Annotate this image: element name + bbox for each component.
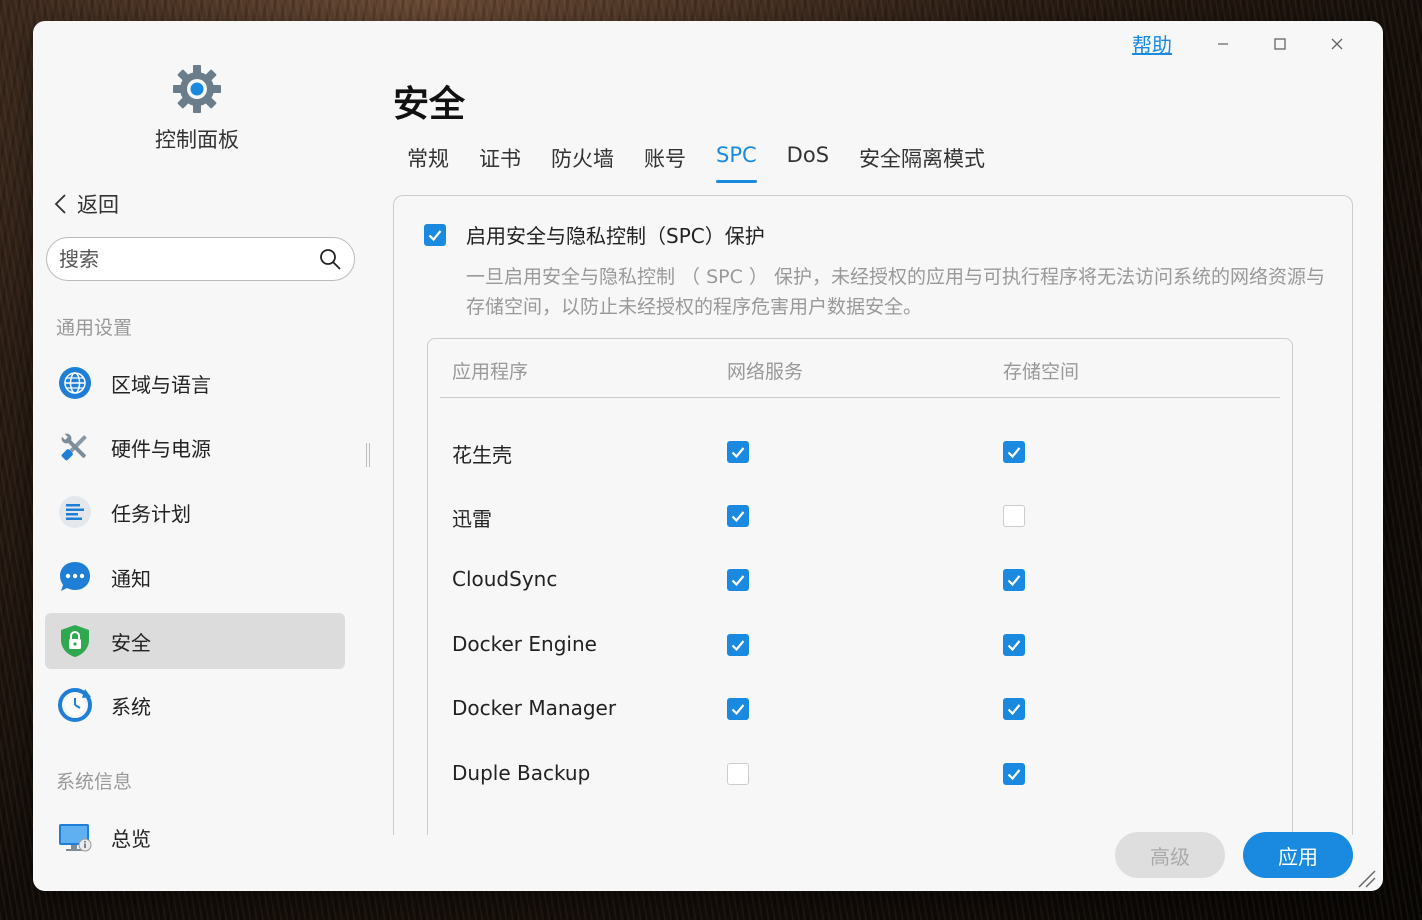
table-row: 花生壳 <box>428 431 1292 471</box>
spc-enable-label: 启用安全与隐私控制（SPC）保护 <box>466 224 765 248</box>
app-name: Docker Manager <box>452 696 617 720</box>
sidebar-item-label: 任务计划 <box>111 501 191 526</box>
header-divider <box>440 397 1280 398</box>
task-list-icon <box>59 496 91 528</box>
table-row: Docker Manager <box>428 688 1292 728</box>
spc-enable-row: 启用安全与隐私控制（SPC）保护 <box>424 220 765 249</box>
checkmark-icon <box>1007 704 1021 716</box>
sidebar-item-notification[interactable]: 通知 <box>45 549 345 605</box>
sidebar-item-label: 区域与语言 <box>111 372 211 397</box>
network-checkbox[interactable] <box>727 505 749 527</box>
chat-bubble-icon <box>60 562 90 591</box>
network-checkbox[interactable] <box>727 634 749 656</box>
sidebar-item-system[interactable]: 系统 <box>45 677 345 733</box>
app-name: 花生壳 <box>452 443 512 467</box>
monitor-info-icon <box>59 824 92 852</box>
tab-isolation-mode[interactable]: 安全隔离模式 <box>859 143 985 183</box>
tab-dos[interactable]: DoS <box>787 143 829 183</box>
column-header-storage: 存储空间 <box>1003 361 1080 383</box>
spc-enable-checkbox[interactable] <box>424 223 446 246</box>
advanced-button[interactable]: 高级 <box>1115 832 1225 878</box>
shield-lock-icon <box>61 625 89 657</box>
checkmark-icon <box>1007 769 1021 781</box>
app-name: CloudSync <box>452 567 558 591</box>
sidebar-item-security[interactable]: 安全 <box>45 613 345 669</box>
checkmark-icon <box>731 575 745 587</box>
tab-bar: 常规 证书 防火墙 账号 SPC DoS 安全隔离模式 <box>407 143 985 183</box>
storage-checkbox[interactable] <box>1003 763 1025 785</box>
sidebar-item-label: 通知 <box>111 566 151 591</box>
search-input[interactable] <box>59 247 318 271</box>
storage-checkbox[interactable] <box>1003 505 1025 527</box>
storage-checkbox[interactable] <box>1003 569 1025 591</box>
sidebar-item-label: 系统 <box>111 694 151 719</box>
storage-checkbox[interactable] <box>1003 441 1025 463</box>
checkmark-icon <box>428 229 442 241</box>
sidebar-item-label: 总览 <box>111 826 151 851</box>
app-name: 迅雷 <box>452 507 492 531</box>
checkmark-icon <box>1007 575 1021 587</box>
sidebar-item-label: 安全 <box>111 630 151 655</box>
tools-icon <box>61 433 87 461</box>
checkmark-icon <box>1007 447 1021 459</box>
chevron-left-icon <box>54 194 66 214</box>
checkmark-icon <box>1007 640 1021 652</box>
globe-icon <box>59 367 91 399</box>
table-row: Duple Backup <box>428 753 1292 793</box>
tab-certificate[interactable]: 证书 <box>479 143 521 183</box>
checkmark-icon <box>731 704 745 716</box>
main-content: 安全 常规 证书 防火墙 账号 SPC DoS 安全隔离模式 启用安全与隐私控制… <box>393 21 1383 891</box>
storage-checkbox[interactable] <box>1003 698 1025 720</box>
sidebar-item-hardware-power[interactable]: 硬件与电源 <box>45 419 345 475</box>
search-icon[interactable] <box>318 247 342 271</box>
storage-checkbox[interactable] <box>1003 634 1025 656</box>
tab-general[interactable]: 常规 <box>407 143 449 183</box>
sidebar-item-label: 硬件与电源 <box>111 436 211 461</box>
back-label: 返回 <box>77 193 119 217</box>
tab-firewall[interactable]: 防火墙 <box>551 143 614 183</box>
spc-app-table: 应用程序 网络服务 存储空间 花生壳 迅雷 CloudSync Docker E… <box>427 338 1293 835</box>
column-header-network: 网络服务 <box>727 361 804 383</box>
sidebar-item-task-scheduler[interactable]: 任务计划 <box>45 484 345 540</box>
spc-description: 一旦启用安全与隐私控制 （ SPC ） 保护，未经授权的应用与可执行程序将无法访… <box>466 266 1325 318</box>
system-clock-icon <box>58 688 92 722</box>
page-title: 安全 <box>393 84 466 125</box>
search-box <box>46 237 355 281</box>
resize-grip-icon[interactable] <box>1355 867 1377 889</box>
gear-icon <box>173 65 221 113</box>
sidebar-item-overview[interactable]: 总览 <box>45 809 345 865</box>
checkmark-icon <box>731 511 745 523</box>
sidebar: 控制面板 返回 通用设置 区域与语言 <box>33 21 373 891</box>
app-name: Docker Engine <box>452 632 597 656</box>
app-title: 控制面板 <box>155 128 239 152</box>
column-header-app: 应用程序 <box>452 361 529 383</box>
sidebar-item-region-language[interactable]: 区域与语言 <box>45 355 345 411</box>
network-checkbox[interactable] <box>727 569 749 591</box>
table-row: CloudSync <box>428 559 1292 599</box>
tab-account[interactable]: 账号 <box>644 143 686 183</box>
network-checkbox[interactable] <box>727 763 749 785</box>
section-general-label: 通用设置 <box>56 317 133 339</box>
network-checkbox[interactable] <box>727 698 749 720</box>
back-button[interactable]: 返回 <box>53 189 119 219</box>
table-row: Docker Engine <box>428 624 1292 664</box>
app-name: Duple Backup <box>452 761 591 785</box>
table-row: 迅雷 <box>428 495 1292 535</box>
apply-button[interactable]: 应用 <box>1243 832 1353 878</box>
control-panel-window: 帮助 控制面板 返回 搜索 通用设置 区域与语言 硬件与电源 任务计划 通知 安… <box>33 21 1383 891</box>
sidebar-scroll-handle[interactable] <box>366 443 370 467</box>
checkmark-icon <box>731 640 745 652</box>
network-checkbox[interactable] <box>727 441 749 463</box>
section-sysinfo-label: 系统信息 <box>56 771 133 793</box>
checkmark-icon <box>731 447 745 459</box>
spc-panel: 启用安全与隐私控制（SPC）保护 一旦启用安全与隐私控制 （ SPC ） 保护，… <box>393 195 1353 835</box>
tab-spc[interactable]: SPC <box>716 143 757 183</box>
